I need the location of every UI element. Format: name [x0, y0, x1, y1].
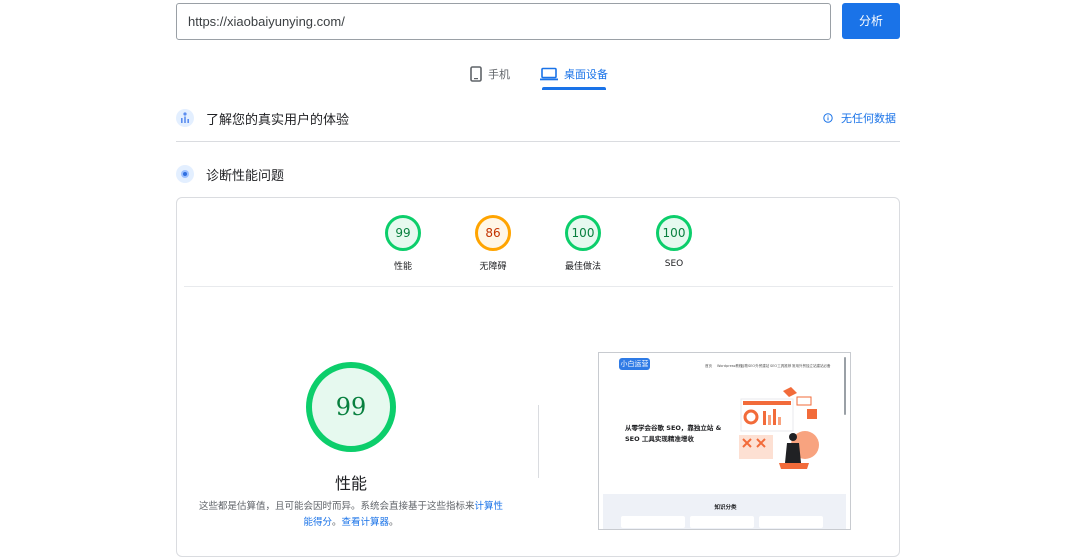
performance-score-gauge: 99 — [306, 362, 396, 452]
thumbnail-nav-item: 首页 — [705, 364, 712, 368]
no-data-label: 无任何数据 — [841, 112, 896, 125]
score-gauge-best-practices[interactable]: 100 最佳做法 — [553, 215, 613, 272]
tab-desktop[interactable]: 桌面设备 — [540, 58, 608, 90]
score-label: SEO — [664, 259, 684, 269]
users-chart-icon — [176, 109, 194, 127]
thumbnail-nav-item: Wordpress教程 — [717, 364, 743, 368]
thumbnail-nav-item: 谷歌SEO外贸建站 — [741, 364, 770, 368]
calculator-link[interactable]: 查看计算器 — [342, 517, 390, 528]
score-ring: 86 — [475, 215, 511, 251]
score-label: 最佳做法 — [564, 262, 601, 272]
tab-desktop-label: 桌面设备 — [564, 68, 608, 81]
thumbnail-scrollbar — [844, 357, 846, 415]
card-divider — [184, 286, 893, 287]
thumbnail-nav-item: 常用外贸独立站建站必备 — [792, 364, 831, 368]
performance-label: 性能 — [334, 474, 367, 493]
diagnose-title: 诊断性能问题 — [206, 168, 285, 184]
score-gauge-performance[interactable]: 99 性能 — [373, 215, 433, 272]
score-ring: 99 — [385, 215, 421, 251]
desc-suffix: 。 — [389, 517, 399, 528]
field-data-row[interactable]: 了解您的真实用户的体验 — [176, 103, 900, 133]
thumbnail-headline: 从零学会谷歌 SEO，靠独立站 & SEO 工具实现精准增收 — [625, 424, 722, 443]
thumbnail-nav-item: SEO工具推荐 — [770, 364, 792, 368]
analyze-button[interactable]: 分析 — [842, 3, 900, 39]
score-ring: 100 — [656, 215, 692, 251]
thumbnail-card — [759, 516, 823, 528]
vertical-divider — [538, 405, 539, 478]
performance-description: 这些都是估算值，且可能会因时而异。系统会直接基于这些指标来计算性能得分。查看计算… — [196, 499, 506, 531]
section-divider — [176, 141, 900, 142]
no-data-status: 无任何数据 — [823, 110, 896, 126]
desc-text: 这些都是估算值，且可能会因时而异。系统会直接基于这些指标来 — [198, 501, 475, 512]
diagnose-row: 诊断性能问题 — [176, 159, 900, 189]
field-data-title: 了解您的真实用户的体验 — [206, 112, 350, 128]
thumbnail-card — [621, 516, 685, 528]
laptop-icon — [540, 67, 558, 81]
score-ring: 100 — [565, 215, 601, 251]
page-screenshot: 小白运营 首页 Wordpress教程 谷歌SEO外贸建站 SEO工具推荐 常用… — [598, 352, 851, 530]
phone-icon — [470, 66, 482, 82]
thumbnail-card — [690, 516, 754, 528]
info-icon — [823, 113, 833, 123]
score-gauge-accessibility[interactable]: 86 无障碍 — [463, 215, 523, 272]
tab-mobile[interactable]: 手机 — [470, 58, 510, 90]
active-tab-indicator — [542, 87, 606, 90]
diagnose-icon — [176, 165, 194, 183]
tab-mobile-label: 手机 — [488, 68, 510, 81]
url-input[interactable]: https://xiaobaiyunying.com/ — [176, 3, 831, 40]
desc-separator: 。 — [331, 517, 342, 528]
score-label: 性能 — [393, 262, 412, 272]
score-gauge-seo[interactable]: 100 SEO — [644, 215, 704, 269]
hero-illustration — [739, 387, 819, 469]
score-label: 无障碍 — [479, 262, 507, 272]
thumbnail-section-title: 知识分类 — [714, 505, 737, 511]
thumbnail-logo: 小白运营 — [619, 358, 650, 370]
